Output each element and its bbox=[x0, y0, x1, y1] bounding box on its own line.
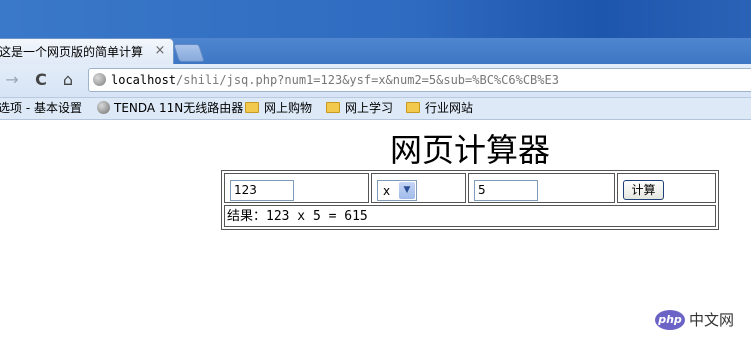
bookmark-label: 网上购物 bbox=[264, 101, 313, 115]
folder-icon bbox=[245, 102, 259, 113]
url-path: /shili/jsq.php?num1=123&ysf=x&num2=5&sub… bbox=[176, 73, 559, 87]
bookmark-industry[interactable]: 行业网站 bbox=[406, 100, 473, 117]
tab-active[interactable]: 这是一个网页版的简单计算 × bbox=[0, 38, 174, 65]
bookmarks-bar: 选项 - 基本设置 TENDA 11N无线路由器 网上购物 网上学习 行业网站 bbox=[0, 98, 751, 120]
folder-icon bbox=[326, 102, 340, 113]
address-url: localhost/shili/jsq.php?num1=123&ysf=x&n… bbox=[111, 72, 559, 88]
bookmark-learning[interactable]: 网上学习 bbox=[326, 100, 393, 117]
reload-icon[interactable]: C bbox=[31, 70, 51, 90]
bookmark-shopping[interactable]: 网上购物 bbox=[245, 100, 312, 117]
php-logo: php bbox=[655, 310, 685, 330]
tab-close-icon[interactable]: × bbox=[153, 43, 167, 59]
page-title: 网页计算器 bbox=[390, 131, 551, 169]
operator-select[interactable]: x ▼ bbox=[377, 180, 417, 201]
bookmark-label: 选项 - 基本设置 bbox=[0, 101, 82, 115]
bookmark-settings[interactable]: 选项 - 基本设置 bbox=[0, 100, 82, 117]
address-bar[interactable]: localhost/shili/jsq.php?num1=123&ysf=x&n… bbox=[88, 68, 751, 92]
url-host: localhost bbox=[111, 73, 177, 87]
bookmark-label: 行业网站 bbox=[425, 101, 474, 115]
calculator-table: 123 x ▼ 5 计算 结果：123 x 5 = 615 bbox=[221, 170, 719, 230]
forward-icon[interactable]: → bbox=[2, 70, 22, 90]
folder-icon bbox=[406, 102, 420, 113]
site-globe-icon bbox=[93, 73, 106, 86]
calculate-button[interactable]: 计算 bbox=[623, 180, 664, 200]
browser-toolbar: → C ⌂ localhost/shili/jsq.php?num1=123&y… bbox=[0, 64, 751, 98]
num1-input[interactable]: 123 bbox=[230, 180, 294, 201]
globe-icon bbox=[97, 101, 110, 114]
chevron-down-icon[interactable]: ▼ bbox=[399, 182, 415, 199]
submit-cell: 计算 bbox=[617, 173, 716, 203]
bookmark-label: 网上学习 bbox=[345, 101, 394, 115]
result-cell: 结果：123 x 5 = 615 bbox=[224, 205, 716, 227]
bookmark-label: TENDA 11N无线路由器 bbox=[114, 101, 244, 115]
num1-cell: 123 bbox=[224, 173, 369, 203]
home-icon[interactable]: ⌂ bbox=[58, 70, 78, 90]
result-text: 结果：123 x 5 = 615 bbox=[227, 209, 368, 224]
new-tab-button[interactable] bbox=[173, 44, 205, 62]
site-watermark: php 中文网 bbox=[655, 310, 745, 332]
num2-cell: 5 bbox=[468, 173, 615, 203]
operator-cell: x ▼ bbox=[371, 173, 466, 203]
num2-input[interactable]: 5 bbox=[474, 180, 538, 201]
watermark-text: 中文网 bbox=[689, 311, 735, 329]
operator-value: x bbox=[383, 184, 391, 198]
tab-title: 这是一个网页版的简单计算 bbox=[0, 45, 144, 59]
bookmark-tenda[interactable]: TENDA 11N无线路由器 bbox=[97, 100, 243, 117]
window-titlebar bbox=[0, 0, 751, 38]
